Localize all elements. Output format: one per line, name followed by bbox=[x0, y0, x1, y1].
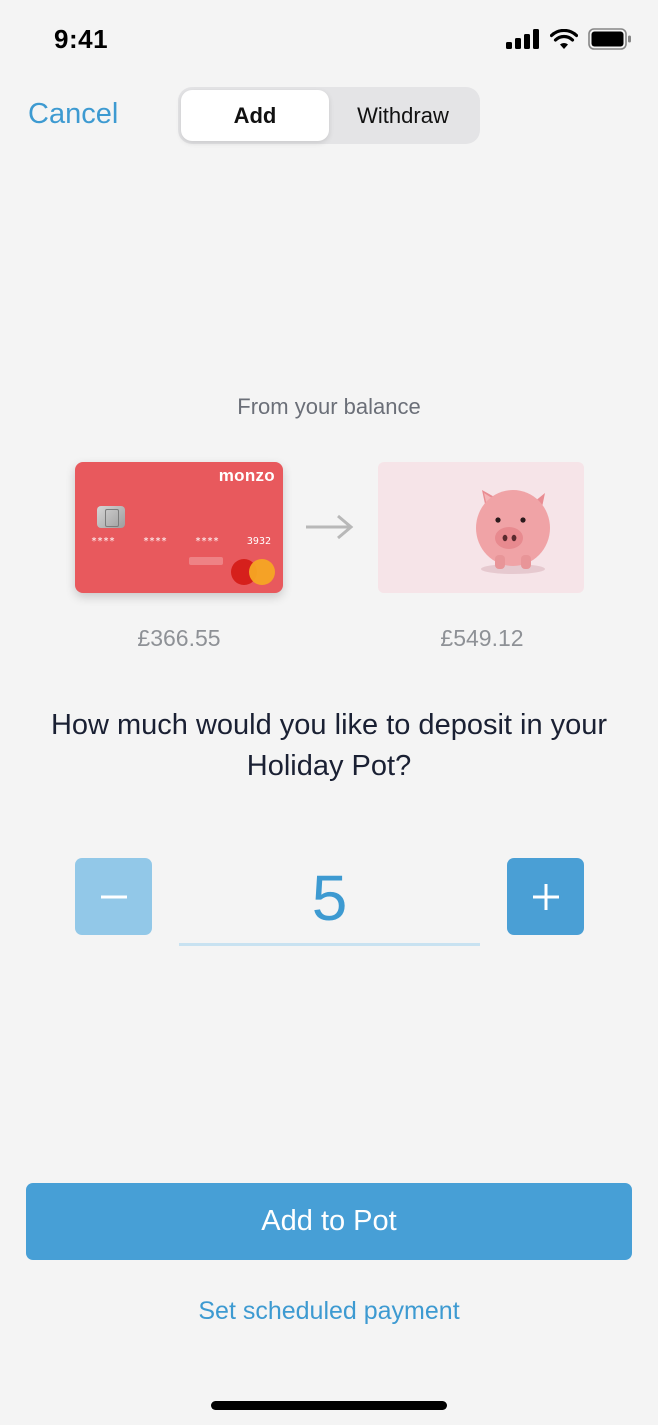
card-brand-logo: monzo bbox=[218, 466, 275, 485]
card-number: **** **** **** 3932 bbox=[91, 536, 271, 547]
tab-add[interactable]: Add bbox=[181, 90, 329, 141]
monzo-card-image: monzo **** **** **** 3932 bbox=[75, 462, 283, 593]
deposit-question: How much would you like to deposit in yo… bbox=[50, 709, 608, 782]
card-signature-strip bbox=[189, 557, 223, 565]
minus-icon bbox=[100, 895, 127, 898]
plus-icon bbox=[532, 883, 559, 910]
status-icons bbox=[506, 28, 632, 50]
status-time: 9:41 bbox=[54, 24, 109, 54]
card-balance: £366.55 bbox=[137, 625, 221, 651]
set-scheduled-payment-link[interactable]: Set scheduled payment bbox=[0, 1297, 658, 1326]
amount-input[interactable]: 5 bbox=[179, 856, 480, 946]
decrement-button[interactable] bbox=[75, 858, 152, 935]
arrow-right-icon bbox=[306, 514, 354, 540]
piggy-bank-icon bbox=[476, 490, 550, 574]
battery-icon bbox=[588, 28, 631, 50]
pot-balance: £549.12 bbox=[440, 625, 524, 651]
cancel-button[interactable]: Cancel bbox=[28, 98, 118, 131]
deposit-screen: 9:41 Cancel Add Withdraw From your balan… bbox=[0, 0, 658, 1425]
cellular-signal-icon bbox=[506, 29, 539, 49]
tab-withdraw[interactable]: Withdraw bbox=[329, 90, 477, 141]
card-number-group: **** bbox=[142, 536, 168, 547]
increment-button[interactable] bbox=[507, 858, 584, 935]
add-withdraw-segmented-control: Add Withdraw bbox=[178, 87, 480, 144]
source-label: From your balance bbox=[237, 394, 421, 419]
home-indicator[interactable] bbox=[211, 1401, 447, 1410]
mastercard-logo-icon bbox=[249, 559, 275, 585]
add-to-pot-button[interactable]: Add to Pot bbox=[26, 1183, 632, 1260]
wifi-icon bbox=[550, 28, 578, 49]
card-chip-icon bbox=[97, 506, 125, 528]
card-number-group: **** bbox=[194, 536, 220, 547]
holiday-pot-image bbox=[378, 462, 584, 593]
card-number-group: **** bbox=[91, 536, 116, 547]
card-number-last4: 3932 bbox=[246, 536, 271, 547]
